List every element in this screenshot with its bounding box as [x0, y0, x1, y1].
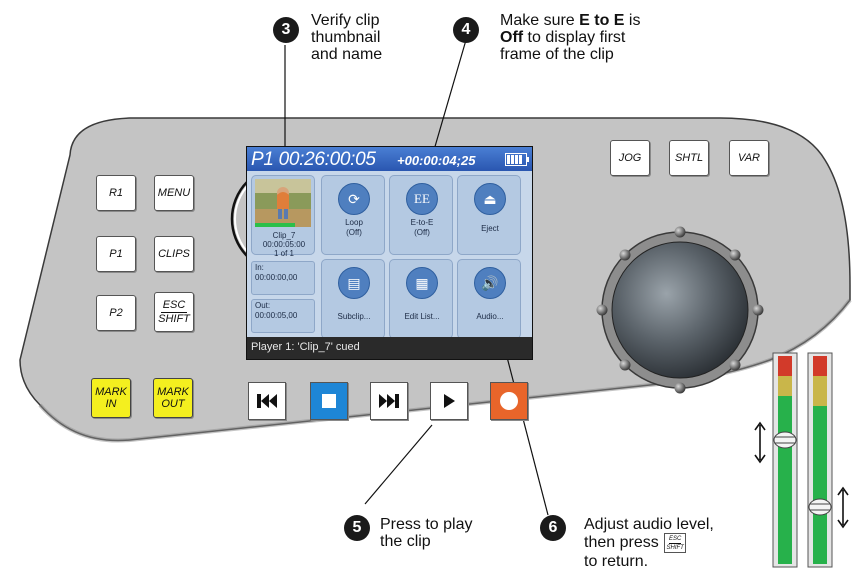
screen-header: P1 00:26:00:05 +00:00:04;25: [247, 147, 532, 171]
skip-forward-icon: [379, 394, 399, 408]
inline-esc-shift-key: ESC SHIFT: [664, 533, 687, 553]
e-to-e-tile-label: E-to-E (Off): [410, 218, 434, 237]
eject-icon: ⏏: [474, 183, 506, 215]
callout-4-line3: frame of the clip: [500, 46, 614, 63]
in-point-box: In: 00:00:00,00: [251, 261, 315, 295]
loop-tile[interactable]: ⟳ Loop (Off): [321, 175, 385, 255]
player-screen: P1 00:26:00:05 +00:00:04;25 Clip_7 00:00…: [246, 146, 533, 360]
subclip-icon: ▤: [338, 267, 370, 299]
mark-out-key[interactable]: MARK OUT: [153, 378, 193, 418]
callout-6-text: Adjust audio level, then press ESC SHIFT …: [584, 516, 714, 570]
in-value: 00:00:00,00: [255, 273, 298, 282]
p1-key-label: P1: [109, 248, 123, 260]
callout-4-off: Off: [500, 29, 524, 46]
play-button[interactable]: [430, 382, 468, 420]
var-key-label: VAR: [737, 152, 760, 164]
callout-3-line3: and name: [311, 46, 383, 63]
callout-6-then-press: then press: [584, 534, 659, 552]
out-point-box: Out: 00:00:05,00: [251, 299, 315, 333]
callout-5-line1: Press to play: [380, 516, 473, 533]
edit-list-tile-label: Edit List...: [404, 312, 440, 321]
mark-out-label-1: MARK: [157, 386, 189, 398]
jog-key-label: JOG: [618, 152, 642, 164]
callout-3-line1: Verify clip: [311, 12, 380, 29]
menu-key-label: MENU: [157, 187, 191, 199]
shtl-key-label: SHTL: [674, 152, 704, 164]
audio-tile[interactable]: 🔊 Audio...: [457, 259, 521, 339]
secondary-timecode: +00:00:04;25: [397, 153, 476, 168]
clip-info: Clip_7 00:00:05:00 1 of 1: [252, 231, 316, 258]
audio-tile-label: Audio...: [476, 312, 504, 321]
skip-forward-button[interactable]: [370, 382, 408, 420]
mark-in-label-1: MARK: [95, 386, 127, 398]
e-to-e-tile[interactable]: EE E-to-E (Off): [389, 175, 453, 255]
callout-4-prefix: Make sure: [500, 12, 580, 29]
screen-body: Clip_7 00:00:05:00 1 of 1 In: 00:00:00,0…: [247, 171, 532, 339]
stop-button[interactable]: [310, 382, 348, 420]
clip-thumbnail-tile[interactable]: Clip_7 00:00:05:00 1 of 1: [251, 175, 316, 258]
record-button[interactable]: [490, 382, 528, 420]
callout-4-text: Make sure E to E is Off to display first…: [500, 12, 640, 63]
mark-in-key[interactable]: MARK IN: [91, 378, 131, 418]
in-label: In:: [255, 263, 264, 272]
clip-name: Clip_7: [272, 231, 296, 240]
subclip-tile[interactable]: ▤ Subclip...: [321, 259, 385, 339]
callout-3-line2: thumbnail: [311, 29, 381, 46]
record-icon: [491, 383, 527, 419]
p2-key-label: P2: [109, 307, 123, 319]
shtl-key[interactable]: SHTL: [669, 140, 709, 176]
esc-label: ESC: [160, 299, 188, 313]
mark-in-label-2: IN: [105, 398, 117, 410]
callout-4-is: is: [624, 12, 641, 29]
callout-5-line2: the clip: [380, 533, 431, 550]
clip-thumbnail-image: [255, 179, 311, 227]
callout-3-text: Verify clip thumbnail and name: [311, 12, 382, 63]
audio-icon: 🔊: [474, 267, 506, 299]
eject-tile[interactable]: ⏏ Eject: [457, 175, 521, 255]
clip-index: 1 of 1: [273, 249, 294, 258]
var-key[interactable]: VAR: [729, 140, 769, 176]
battery-icon: [505, 153, 529, 166]
audio-level-meters: [754, 352, 849, 568]
stop-icon: [311, 383, 347, 419]
p1-key[interactable]: P1: [96, 236, 136, 272]
clips-key[interactable]: CLIPS: [154, 236, 194, 272]
ee-icon: EE: [406, 183, 438, 215]
edit-list-tile[interactable]: ▦ Edit List...: [389, 259, 453, 339]
p2-key[interactable]: P2: [96, 295, 136, 331]
r1-key[interactable]: R1: [96, 175, 136, 211]
out-label: Out:: [255, 301, 271, 310]
menu-key[interactable]: MENU: [154, 175, 194, 211]
callout-4-e-to-e: E to E: [579, 12, 625, 29]
shift-label: SHIFT: [158, 313, 190, 325]
skip-back-icon: [257, 394, 277, 408]
loop-tile-label: Loop (Off): [345, 218, 363, 237]
callout-3-badge: 3: [273, 17, 299, 43]
callout-4-display: to display first: [523, 29, 626, 46]
subclip-tile-label: Subclip...: [337, 312, 371, 321]
status-bar: Player 1: 'Clip_7' cued: [247, 337, 532, 359]
callout-6-badge: 6: [540, 515, 566, 541]
edit-list-icon: ▦: [406, 267, 438, 299]
clip-duration: 00:00:05:00: [262, 240, 306, 249]
play-icon: [444, 394, 455, 408]
rewind-to-start-button[interactable]: [248, 382, 286, 420]
callout-6-line3: to return.: [584, 553, 649, 570]
r1-key-label: R1: [108, 187, 124, 199]
main-timecode: P1 00:26:00:05: [251, 149, 376, 170]
callout-4-badge: 4: [453, 17, 479, 43]
eject-tile-label: Eject: [481, 224, 499, 233]
callout-5-text: Press to play the clip: [380, 516, 472, 550]
loop-icon: ⟳: [338, 183, 370, 215]
out-value: 00:00:05,00: [255, 311, 298, 320]
callout-5-badge: 5: [344, 515, 370, 541]
mark-out-label-2: OUT: [161, 398, 185, 410]
esc-shift-key[interactable]: ESC SHIFT: [154, 292, 194, 332]
clips-key-label: CLIPS: [158, 248, 190, 260]
callout-6-line1: Adjust audio level,: [584, 516, 714, 533]
jog-key[interactable]: JOG: [610, 140, 650, 176]
